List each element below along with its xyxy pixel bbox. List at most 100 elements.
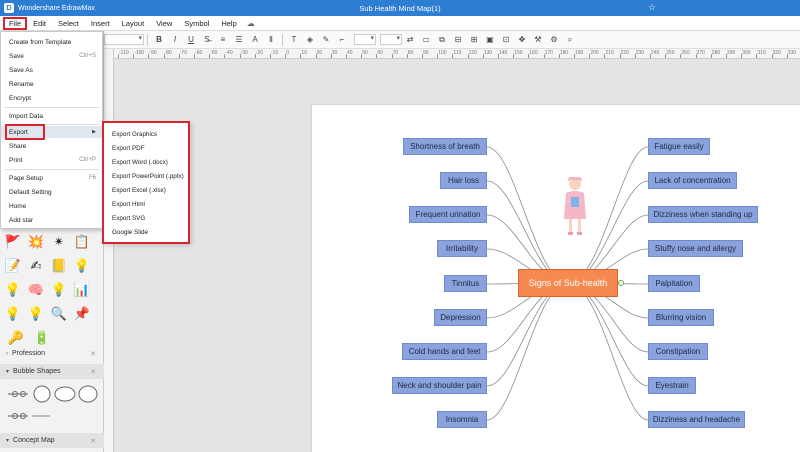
flag-burst-icon[interactable]: 🚩	[4, 233, 22, 251]
burst-icon[interactable]: 💥	[27, 233, 45, 251]
file-menu-add-star[interactable]: Add star	[1, 214, 102, 226]
star-icon[interactable]: ☆	[648, 2, 656, 13]
pencil-note-icon[interactable]: 📒	[50, 257, 68, 275]
bold-icon[interactable]: B	[151, 35, 167, 44]
menu-insert[interactable]: Insert	[85, 17, 116, 30]
export-svg[interactable]: Export SVG	[104, 212, 188, 224]
group-icon[interactable]: ⧉	[434, 35, 450, 45]
library-section-profession[interactable]: › Profession ✕	[0, 346, 104, 361]
export-excel[interactable]: Export Excel (.xlsx)	[104, 184, 188, 196]
mindmap-node-depression[interactable]: Depression	[434, 309, 487, 326]
text-align-icon[interactable]: ≡	[215, 35, 231, 44]
bulb-small-icon[interactable]: 💡	[4, 305, 22, 323]
file-menu-save[interactable]: Save Ctrl+S	[1, 50, 102, 62]
mindmap-node-palpitation[interactable]: Palpitation	[648, 275, 700, 292]
bulb-idea-icon[interactable]: 💡	[50, 281, 68, 299]
export-pdf[interactable]: Export PDF	[104, 142, 188, 154]
file-menu-page-setup[interactable]: Page Setup F6	[1, 172, 102, 184]
connector-icon[interactable]: ⌐	[334, 35, 350, 44]
line-color-icon[interactable]: ✎	[318, 35, 334, 44]
menu-file[interactable]: File	[3, 16, 28, 30]
distribute-icon[interactable]: ⊞	[466, 35, 482, 44]
pushpin-icon[interactable]: 📌	[73, 305, 91, 323]
mindmap-node-irritability[interactable]: Irritability	[437, 240, 487, 257]
mindmap-node-shortness-of-breath[interactable]: Shortness of breath	[403, 138, 487, 155]
close-icon[interactable]: ✕	[90, 368, 96, 376]
brain-gear-icon[interactable]: 🧠	[27, 281, 45, 299]
menu-layout[interactable]: Layout	[116, 17, 151, 30]
mindmap-node-tinnitus[interactable]: Tinnitus	[444, 275, 487, 292]
close-icon[interactable]: ✕	[90, 350, 96, 358]
bubble-shapes-grid[interactable]	[4, 383, 100, 427]
mindmap-node-cold-hands-and-feet[interactable]: Cold hands and feet	[402, 343, 487, 360]
menu-symbol[interactable]: Symbol	[178, 17, 215, 30]
export-google-slide[interactable]: Google Slide	[104, 226, 188, 238]
mindmap-node-eyestrain[interactable]: Eyestrain	[648, 377, 696, 394]
file-menu-share[interactable]: Share	[1, 140, 102, 152]
menu-edit[interactable]: Edit	[27, 17, 52, 30]
mindmap-node-blurring-vision[interactable]: Blurring vision	[648, 309, 714, 326]
file-menu-default-setting[interactable]: Default Setting	[1, 186, 102, 198]
settings-icon[interactable]: ⚙	[546, 35, 562, 44]
font-color-icon[interactable]: A	[247, 35, 263, 44]
file-menu-encrypt[interactable]: Encrypt	[1, 92, 102, 104]
search-icon[interactable]: ⌕	[562, 35, 578, 45]
font-size-select[interactable]	[104, 34, 144, 45]
line-weight-select[interactable]	[354, 34, 376, 45]
library-section-concept-map[interactable]: ▾ Concept Map ✕	[0, 433, 104, 448]
bulletin-board-icon[interactable]: 📋	[73, 233, 91, 251]
file-menu-import-data[interactable]: Import Data	[1, 110, 102, 122]
italic-icon[interactable]: I	[167, 35, 183, 44]
bulb-color-icon[interactable]: 💡	[27, 305, 45, 323]
key-icon[interactable]: 🔑	[4, 329, 28, 347]
strikethrough-icon[interactable]: S̶	[199, 35, 215, 44]
line-style-select[interactable]	[380, 34, 402, 45]
fill-icon[interactable]: ◈	[302, 35, 318, 44]
mindmap-center-node[interactable]: Signs of Sub-health	[518, 269, 618, 297]
style-icon[interactable]: ✥	[514, 35, 530, 44]
bulb-icon[interactable]: 💡	[4, 281, 22, 299]
lock-icon[interactable]: ⊡	[498, 35, 514, 44]
mindmap-node-insomnia[interactable]: Insomnia	[437, 411, 487, 428]
mindmap-node-fatigue-easily[interactable]: Fatigue easily	[648, 138, 710, 155]
mindmap-node-lack-of-concentration[interactable]: Lack of concentration	[648, 172, 737, 189]
text-box-icon[interactable]: T	[286, 35, 302, 44]
chart-icon[interactable]: 📊	[73, 281, 91, 299]
mindmap-node-stuffy-nose-and-allergy[interactable]: Stuffy nose and allergy	[648, 240, 743, 257]
notepad-icon[interactable]: 📝	[4, 257, 22, 275]
menu-select[interactable]: Select	[52, 17, 85, 30]
file-menu-save-as[interactable]: Save As	[1, 64, 102, 76]
file-menu-home[interactable]: Home	[1, 200, 102, 212]
export-graphics[interactable]: Export Graphics	[104, 128, 188, 140]
file-menu-create-from-template[interactable]: Create from Template	[1, 36, 102, 48]
mindmap-node-neck-and-shoulder-pain[interactable]: Neck and shoulder pain	[392, 377, 487, 394]
export-powerpoint[interactable]: Export PowerPoint (.pptx)	[104, 170, 188, 182]
close-icon[interactable]: ✕	[90, 437, 96, 445]
starburst-icon[interactable]: ✴	[50, 233, 68, 251]
menu-help[interactable]: Help	[215, 17, 242, 30]
mindmap-node-hair-loss[interactable]: Hair loss	[440, 172, 487, 189]
align-icon[interactable]: ⊟	[450, 35, 466, 44]
magnifier-icon[interactable]: 🔍	[50, 305, 68, 323]
export-html[interactable]: Export Html	[104, 198, 188, 210]
text-format-icon[interactable]: Ⅱ	[263, 35, 279, 44]
file-menu-print[interactable]: Print Ctrl+P	[1, 154, 102, 166]
arrow-style-icon[interactable]: ⇄	[402, 35, 418, 44]
menu-view[interactable]: View	[150, 17, 178, 30]
mindmap-node-dizziness-when-standing-up[interactable]: Dizziness when standing up	[648, 206, 758, 223]
tools-icon[interactable]: ⚒	[530, 35, 546, 44]
bullet-list-icon[interactable]: ☰	[231, 35, 247, 44]
lightbulb-icon[interactable]: 💡	[73, 257, 91, 275]
battery-icon[interactable]: 🔋	[33, 329, 51, 347]
pen-paper-icon[interactable]: ✍	[27, 257, 45, 275]
cloud-icon[interactable]: ☁	[247, 19, 255, 28]
export-word[interactable]: Export Word (.docx)	[104, 156, 188, 168]
mindmap-node-constipation[interactable]: Constipation	[648, 343, 708, 360]
mindmap-node-frequent-urination[interactable]: Frequent urination	[409, 206, 487, 223]
file-menu-rename[interactable]: Rename	[1, 78, 102, 90]
size-icon[interactable]: ▣	[482, 35, 498, 44]
arrange-icon[interactable]: ▭	[418, 35, 434, 44]
library-section-bubble-shapes[interactable]: ▾ Bubble Shapes ✕	[0, 364, 104, 379]
mindmap-node-dizziness-and-headache[interactable]: Dizziness and headache	[648, 411, 745, 428]
underline-icon[interactable]: U	[183, 35, 199, 44]
